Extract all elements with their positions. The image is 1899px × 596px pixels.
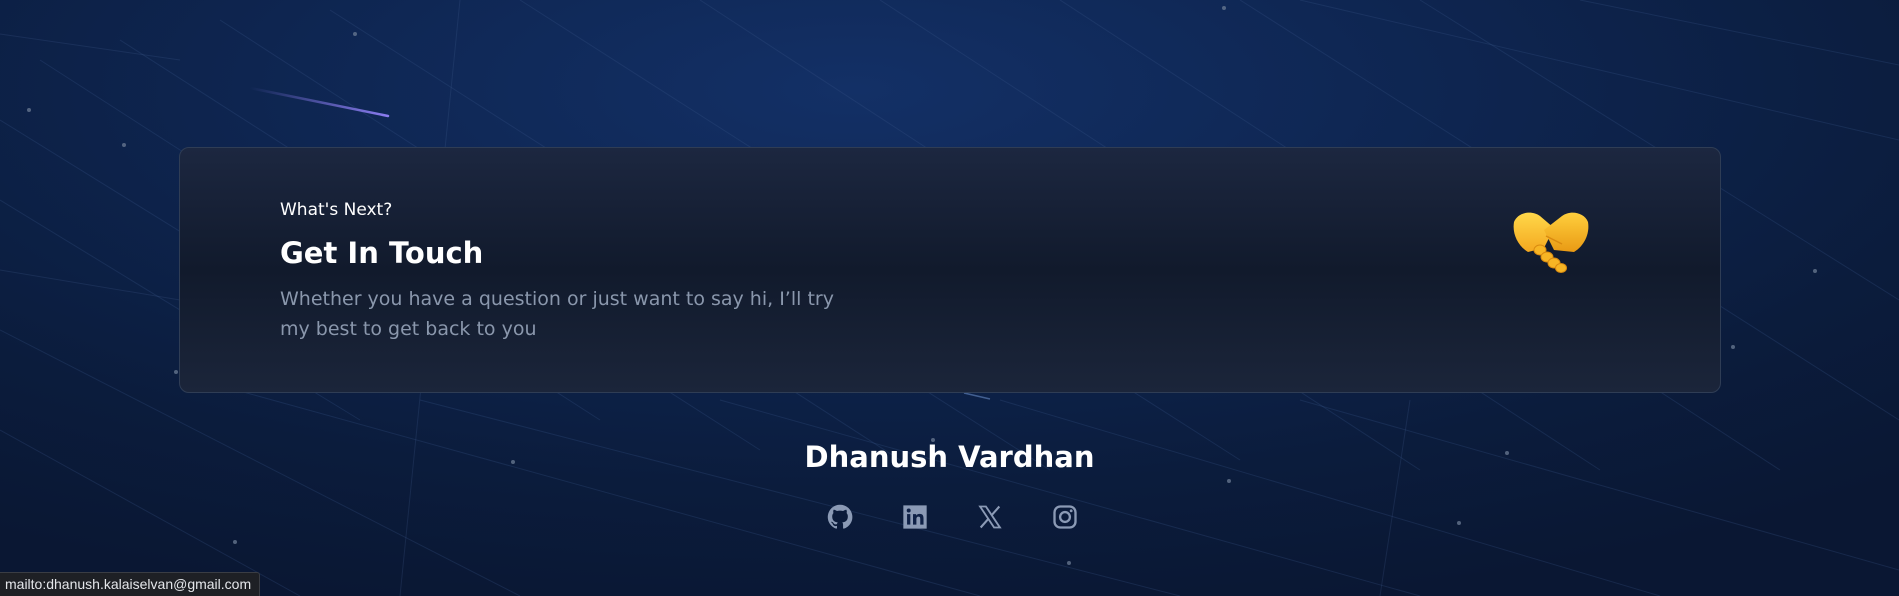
x-icon xyxy=(978,505,1002,529)
footer-name: Dhanush Vardhan xyxy=(804,440,1095,474)
linkedin-icon xyxy=(903,505,927,529)
star-decoration xyxy=(174,370,178,374)
star-decoration xyxy=(353,32,357,36)
link-preview-status-bar: mailto:dhanush.kalaiselvan@gmail.com xyxy=(0,572,261,596)
get-in-touch-card: What's Next? Get In Touch Whether you ha… xyxy=(179,147,1721,393)
section-title: Get In Touch xyxy=(280,236,484,270)
star-decoration xyxy=(233,540,237,544)
section-eyebrow: What's Next? xyxy=(280,200,393,220)
star-decoration xyxy=(27,108,31,112)
x-link[interactable] xyxy=(973,500,1007,534)
star-decoration xyxy=(1227,479,1231,483)
star-decoration xyxy=(1067,561,1071,565)
star-decoration xyxy=(1813,269,1817,273)
handshake-icon[interactable] xyxy=(1510,208,1592,280)
section-description: Whether you have a question or just want… xyxy=(280,288,834,340)
instagram-icon xyxy=(1053,505,1077,529)
star-decoration xyxy=(1731,345,1735,349)
social-links xyxy=(820,500,1080,534)
linkedin-link[interactable] xyxy=(898,500,932,534)
github-link[interactable] xyxy=(823,500,857,534)
star-decoration xyxy=(122,143,126,147)
github-icon xyxy=(827,504,853,529)
star-decoration xyxy=(1457,521,1461,525)
star-decoration xyxy=(1222,6,1226,10)
instagram-link[interactable] xyxy=(1048,500,1082,534)
